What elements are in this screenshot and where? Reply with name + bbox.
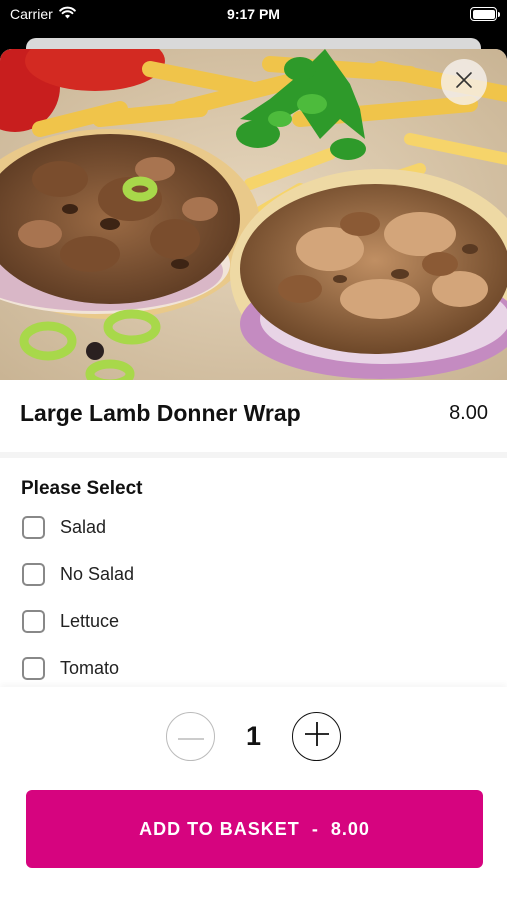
increase-quantity-button[interactable] bbox=[292, 712, 341, 761]
plus-icon bbox=[304, 721, 330, 752]
options-title: Please Select bbox=[21, 478, 143, 499]
checkbox[interactable] bbox=[22, 656, 45, 680]
minus-icon bbox=[176, 728, 206, 746]
checkbox[interactable] bbox=[22, 515, 45, 539]
product-name: Large Lamb Donner Wrap bbox=[20, 400, 301, 426]
close-icon bbox=[455, 71, 473, 94]
product-price: 8.00 bbox=[449, 402, 488, 424]
add-button-separator: - bbox=[311, 818, 319, 839]
option-no-salad[interactable]: No Salad bbox=[22, 559, 134, 589]
option-label: Salad bbox=[60, 516, 107, 537]
add-to-basket-button[interactable]: ADD TO BASKET - 8.00 bbox=[26, 790, 483, 868]
close-button[interactable] bbox=[441, 59, 487, 105]
product-header: Large Lamb Donner Wrap 8.00 bbox=[0, 380, 507, 452]
product-image bbox=[0, 49, 507, 380]
status-time: 9:17 PM bbox=[227, 6, 280, 22]
bottom-action-area: 1 ADD TO BASKET - 8.00 bbox=[0, 687, 507, 900]
option-salad[interactable]: Salad bbox=[22, 512, 106, 542]
battery-icon bbox=[470, 7, 500, 21]
options-section: Please Select Salad No Salad Lettuce Tom… bbox=[0, 458, 507, 687]
option-label: Lettuce bbox=[60, 610, 120, 631]
option-label: No Salad bbox=[60, 563, 135, 584]
add-button-price: 8.00 bbox=[330, 818, 370, 839]
product-sheet: Large Lamb Donner Wrap 8.00 Please Selec… bbox=[0, 49, 507, 900]
option-tomato[interactable]: Tomato bbox=[22, 653, 119, 683]
option-lettuce[interactable]: Lettuce bbox=[22, 606, 119, 636]
add-button-label: ADD TO BASKET bbox=[139, 818, 300, 839]
quantity-value: 1 bbox=[245, 721, 262, 751]
decrease-quantity-button[interactable] bbox=[166, 712, 215, 761]
option-label: Tomato bbox=[60, 657, 120, 678]
checkbox[interactable] bbox=[22, 562, 45, 586]
status-bar: Carrier 9:17 PM bbox=[0, 0, 507, 30]
checkbox[interactable] bbox=[22, 609, 45, 633]
